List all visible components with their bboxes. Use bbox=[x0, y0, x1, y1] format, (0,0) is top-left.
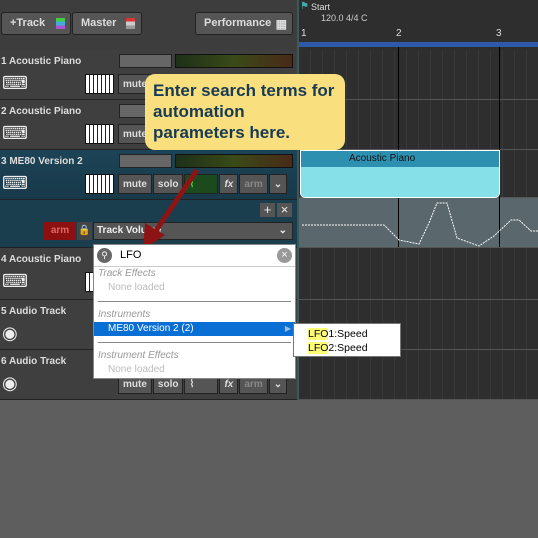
performance-label: Performance bbox=[204, 17, 272, 29]
grid-icon: ▦ bbox=[275, 17, 287, 31]
keyboard-icon: ⌨ bbox=[2, 271, 28, 291]
track-name[interactable]: 2 Acoustic Piano bbox=[1, 106, 81, 117]
track-name[interactable]: 3 ME80 Version 2 bbox=[1, 156, 83, 167]
performance-button[interactable]: Performance ▦ bbox=[195, 12, 293, 35]
section-instrument-effects: Instrument Effects bbox=[98, 350, 179, 361]
menu-item-me80[interactable]: ME80 Version 2 (2) ▶ bbox=[94, 322, 295, 336]
tempo-label: 120.0 4/4 C bbox=[321, 13, 368, 23]
arm-button[interactable]: arm bbox=[239, 174, 268, 194]
piano-icon[interactable] bbox=[85, 124, 114, 144]
match-highlight: LFO bbox=[308, 328, 329, 340]
fx-button[interactable]: fx bbox=[219, 174, 239, 194]
clip-header: Acoustic Piano bbox=[301, 151, 499, 167]
automation-arm-button[interactable]: arm bbox=[44, 222, 76, 240]
add-automation-button[interactable]: + bbox=[260, 203, 275, 217]
piano-icon[interactable] bbox=[85, 174, 114, 194]
pan-slider[interactable] bbox=[119, 54, 172, 68]
instrument-effects-empty: None loaded bbox=[108, 364, 165, 375]
search-box[interactable]: ⚲ LFO × bbox=[94, 245, 295, 267]
automation-curve[interactable] bbox=[299, 198, 538, 248]
track-name[interactable]: 6 Audio Track bbox=[1, 356, 66, 367]
track-name[interactable]: 5 Audio Track bbox=[1, 306, 66, 317]
clear-search-icon[interactable]: × bbox=[277, 248, 292, 263]
master-label: Master bbox=[81, 17, 117, 29]
search-input[interactable]: LFO bbox=[120, 249, 141, 261]
track-effects-empty: None loaded bbox=[108, 282, 165, 293]
midi-clip[interactable]: Acoustic Piano bbox=[300, 150, 500, 198]
automation-search-dropdown: ⚲ LFO × Track Effects None loaded Instru… bbox=[93, 244, 296, 379]
search-icon: ⚲ bbox=[97, 248, 112, 263]
add-track-button[interactable]: +Track bbox=[1, 12, 71, 35]
speaker-icon: ◉ bbox=[2, 323, 18, 343]
submenu-arrow-icon: ▶ bbox=[284, 324, 291, 333]
tooltip: Enter search terms for automation parame… bbox=[145, 74, 345, 150]
menu-item-label: 1:Speed bbox=[328, 328, 368, 340]
track-name[interactable]: 4 Acoustic Piano bbox=[1, 254, 81, 265]
speaker-icon: ◉ bbox=[2, 373, 18, 393]
start-marker[interactable]: Start bbox=[311, 2, 330, 12]
master-color-icon bbox=[126, 18, 135, 29]
master-button[interactable]: Master bbox=[72, 12, 142, 35]
section-instruments: Instruments bbox=[98, 309, 151, 320]
track-color-icon bbox=[56, 18, 65, 29]
bar-label: 2 bbox=[396, 28, 402, 39]
piano-icon[interactable] bbox=[85, 74, 114, 94]
section-track-effects: Track Effects bbox=[98, 268, 156, 279]
menu-item-lfo1-speed[interactable]: LFO1:Speed bbox=[308, 327, 386, 341]
menu-item-lfo2-speed[interactable]: LFO2:Speed bbox=[308, 341, 386, 355]
keyboard-icon: ⌨ bbox=[2, 173, 28, 193]
flag-icon: ⚑ bbox=[300, 1, 309, 12]
close-automation-button[interactable]: × bbox=[277, 203, 292, 217]
track-name[interactable]: 1 Acoustic Piano bbox=[1, 56, 81, 67]
menu-item-label: ME80 Version 2 (2) bbox=[108, 323, 194, 334]
volume-slider[interactable] bbox=[175, 54, 293, 68]
bar-label: 3 bbox=[496, 28, 502, 39]
parameter-submenu: LFO1:Speed LFO2:Speed bbox=[293, 323, 401, 357]
menu-item-label: 2:Speed bbox=[328, 342, 368, 354]
add-track-label: +Track bbox=[10, 17, 46, 29]
match-highlight: LFO bbox=[308, 342, 329, 354]
bar-label: 1 bbox=[301, 28, 307, 39]
chevron-down-icon: ⌄ bbox=[278, 225, 287, 236]
lock-icon[interactable]: 🔒 bbox=[77, 222, 92, 240]
chevron-down-icon[interactable]: ⌄ bbox=[268, 174, 288, 194]
keyboard-icon: ⌨ bbox=[2, 73, 28, 93]
keyboard-icon: ⌨ bbox=[2, 123, 28, 143]
loop-bar[interactable] bbox=[299, 42, 538, 47]
